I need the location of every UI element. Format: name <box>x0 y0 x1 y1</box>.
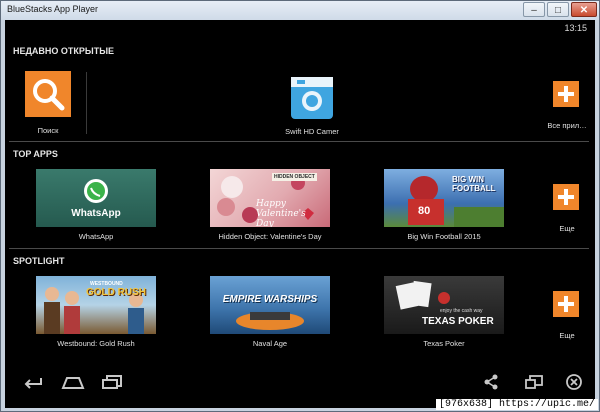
football-banner: 80 BIG WIN FOOTBALL <box>384 169 504 227</box>
all-apps-button[interactable]: Все прил… <box>543 81 593 131</box>
close-button[interactable]: ✕ <box>571 2 597 17</box>
app-card-westbound[interactable]: WESTBOUND GOLD RUSH Westbound: Gold Rush <box>36 276 156 351</box>
search-app[interactable]: Поиск <box>25 71 71 137</box>
close-circle-icon[interactable] <box>565 373 583 391</box>
recent-separator <box>86 72 87 134</box>
app-label: Texas Poker <box>423 339 465 348</box>
all-apps-label: Все прил… <box>547 121 587 130</box>
app-window: BlueStacks App Player – □ ✕ 13:15 НЕДАВН… <box>0 0 600 412</box>
plus-icon <box>553 184 579 210</box>
spotlight-more-button[interactable]: Еще <box>543 291 593 341</box>
app-label: Westbound: Gold Rush <box>57 339 135 348</box>
screen-icon[interactable] <box>525 374 543 390</box>
warship-image <box>236 312 304 330</box>
swift-hd-camera-app[interactable]: Swift HD Camer <box>275 77 345 137</box>
hidden-object-banner: HIDDEN OBJECT Happy Valentine's Day <box>210 169 330 227</box>
top-apps-more-button[interactable]: Еще <box>543 184 593 234</box>
app-card-texas-poker[interactable]: enjoy the cash way TEXAS POKER Texas Pok… <box>384 276 504 351</box>
home-icon[interactable] <box>61 374 85 390</box>
recents-icon[interactable] <box>101 374 125 390</box>
section-title-top-apps: TOP APPS <box>13 149 58 159</box>
app-card-whatsapp[interactable]: WhatsApp WhatsApp <box>36 169 156 244</box>
westbound-banner: WESTBOUND GOLD RUSH <box>36 276 156 334</box>
section-title-recent: НЕДАВНО ОТКРЫТЫЕ <box>13 46 115 56</box>
section-title-spotlight: SPOTLIGHT <box>13 256 65 266</box>
app-label: WhatsApp <box>78 232 114 241</box>
plus-icon <box>553 81 579 107</box>
poker-tagline: enjoy the cash way <box>440 308 483 314</box>
app-label: Naval Age <box>252 339 288 348</box>
poker-banner-text: TEXAS POKER <box>422 316 494 327</box>
jersey-number: 80 <box>418 205 431 217</box>
westbound-banner-text: GOLD RUSH <box>86 287 146 298</box>
status-bar: 13:15 <box>5 20 595 38</box>
app-card-big-win-football[interactable]: 80 BIG WIN FOOTBALL Big Win Football 201… <box>384 169 504 244</box>
search-tile <box>25 71 71 117</box>
search-icon <box>33 79 65 111</box>
naval-banner-text: EMPIRE WARSHIPS <box>222 294 318 305</box>
valentine-banner-text: Happy Valentine's Day <box>256 199 306 227</box>
window-title: BlueStacks App Player <box>7 4 99 14</box>
section-divider <box>9 141 589 142</box>
naval-age-banner: EMPIRE WARSHIPS <box>210 276 330 334</box>
football-banner-text: BIG WIN FOOTBALL <box>452 175 496 193</box>
hidden-object-badge: HIDDEN OBJECT <box>272 173 317 181</box>
back-icon[interactable] <box>21 374 45 390</box>
camera-tile <box>291 77 333 119</box>
whatsapp-banner: WhatsApp <box>36 169 156 227</box>
share-icon[interactable] <box>483 374 499 390</box>
more-label: Еще <box>559 224 575 233</box>
android-screen: 13:15 НЕДАВНО ОТКРЫТЫЕ Поиск Swift HD Ca… <box>5 20 595 408</box>
clock: 13:15 <box>564 23 587 33</box>
camera-label: Swift HD Camer <box>285 127 339 136</box>
app-card-hidden-object[interactable]: HIDDEN OBJECT Happy Valentine's Day Hidd… <box>210 169 330 244</box>
watermark: [976x638] https://upic.me/ <box>435 399 598 410</box>
title-bar: BlueStacks App Player – □ ✕ <box>1 1 599 20</box>
minimize-button[interactable]: – <box>523 2 545 17</box>
camera-icon <box>291 77 333 111</box>
more-label: Еще <box>559 331 575 340</box>
plus-icon <box>553 291 579 317</box>
whatsapp-banner-text: WhatsApp <box>71 208 121 219</box>
app-label: Hidden Object: Valentine's Day <box>218 232 322 241</box>
app-card-naval-age[interactable]: EMPIRE WARSHIPS Naval Age <box>210 276 330 351</box>
maximize-button[interactable]: □ <box>547 2 569 17</box>
texas-poker-banner: enjoy the cash way TEXAS POKER <box>384 276 504 334</box>
section-divider <box>9 248 589 249</box>
search-label: Поиск <box>37 126 59 135</box>
app-label: Big Win Football 2015 <box>407 232 481 241</box>
